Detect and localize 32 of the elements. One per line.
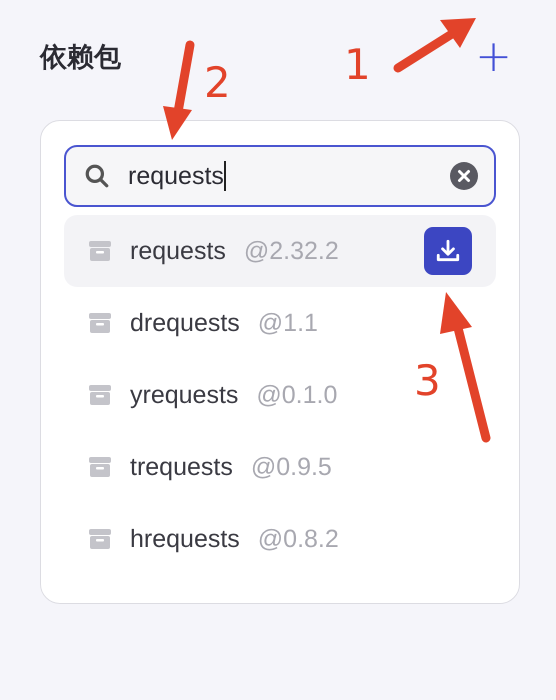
package-name: drequests: [130, 308, 240, 338]
package-icon: [88, 383, 112, 407]
package-icon: [88, 527, 112, 551]
package-version: @0.9.5: [250, 452, 332, 482]
text-cursor: [224, 161, 226, 191]
package-icon: [88, 239, 112, 263]
package-version: @1.1: [258, 308, 318, 338]
annotation-number: 1: [344, 44, 371, 86]
package-version: @2.32.2: [244, 236, 339, 266]
package-row[interactable]: requests @2.32.2: [64, 215, 496, 287]
search-query: requests: [128, 162, 224, 190]
page-title: 依赖包: [40, 41, 121, 75]
package-name: trequests: [130, 452, 233, 482]
search-icon: [84, 163, 110, 189]
package-name: hrequests: [130, 524, 240, 554]
package-row[interactable]: hrequests @0.8.2: [64, 503, 363, 575]
package-version: @0.8.2: [258, 524, 339, 554]
package-name: yrequests: [130, 380, 238, 410]
annotation-number: 3: [414, 360, 441, 402]
download-icon: [435, 238, 461, 264]
search-field[interactable]: requests: [64, 145, 496, 207]
annotation-number: 2: [204, 62, 231, 104]
package-row[interactable]: yrequests @0.1.0: [64, 359, 362, 431]
package-version: @0.1.0: [256, 380, 338, 410]
package-row[interactable]: trequests @0.9.5: [64, 431, 356, 503]
package-icon: [88, 455, 112, 479]
package-name: requests: [130, 236, 226, 266]
package-row[interactable]: drequests @1.1: [64, 287, 342, 359]
download-button[interactable]: [424, 227, 472, 275]
clear-icon[interactable]: [450, 162, 478, 190]
package-icon: [88, 311, 112, 335]
add-button[interactable]: +: [475, 37, 512, 77]
